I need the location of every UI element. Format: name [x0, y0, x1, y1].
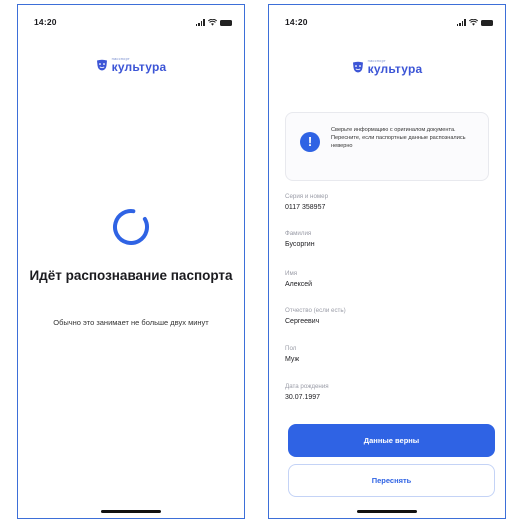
- field-value: Бусоргин: [285, 241, 315, 248]
- confirm-data-button[interactable]: Данные верны: [288, 424, 495, 457]
- phone-screen-loading: 14:20 пасспорт культура Идёт распознаван…: [17, 4, 245, 519]
- field-value: Алексей: [285, 281, 313, 288]
- wifi-icon: [208, 19, 217, 26]
- field-label: Отчество (если есть): [285, 307, 346, 314]
- status-icons: [456, 19, 493, 26]
- phone-screen-results: 14:20 пасспорт культура ! Сверьте информ…: [268, 4, 506, 519]
- field-first-name: Имя Алексей: [285, 270, 489, 288]
- loading-subtitle: Обычно это занимает не больше двух минут: [53, 318, 209, 327]
- exclamation-icon: !: [300, 132, 320, 152]
- field-label: Серия и номер: [285, 193, 329, 200]
- field-label: Имя: [285, 270, 298, 277]
- brand-name: культура: [367, 62, 423, 76]
- field-label: Фамилия: [285, 230, 312, 237]
- theatre-mask-icon: [352, 61, 363, 73]
- field-value: 0117 358957: [285, 204, 326, 211]
- alert-text: Сверьте информацию с оригиналом документ…: [331, 127, 466, 150]
- theatre-mask-icon: [96, 59, 107, 71]
- field-surname: Фамилия Бусоргин: [285, 230, 489, 248]
- field-value: Сергеевич: [285, 318, 320, 325]
- field-birth-date: Дата рождения 30.07.1997: [285, 383, 489, 401]
- status-icons: [195, 19, 232, 26]
- field-patronymic: Отчество (если есть) Сергеевич: [285, 307, 489, 325]
- home-indicator[interactable]: [357, 510, 417, 513]
- info-alert: ! Сверьте информацию с оригиналом докуме…: [285, 112, 489, 181]
- status-bar: 14:20: [269, 17, 505, 31]
- home-indicator[interactable]: [101, 510, 161, 513]
- brand-name: культура: [111, 60, 167, 74]
- brand-logo: пасспорт культура: [269, 59, 505, 75]
- status-time: 14:20: [285, 17, 308, 27]
- status-bar: 14:20: [18, 17, 244, 31]
- signal-icon: [456, 19, 466, 26]
- field-passport-number: Серия и номер 0117 358957: [285, 193, 489, 211]
- loading-spinner-icon: [113, 209, 149, 245]
- signal-icon: [195, 19, 205, 26]
- field-label: Пол: [285, 345, 297, 352]
- loading-title: Идёт распознавание паспорта: [29, 268, 233, 283]
- field-sex: Пол Муж: [285, 345, 489, 363]
- battery-icon: [220, 20, 232, 26]
- field-label: Дата рождения: [285, 383, 329, 390]
- retake-button[interactable]: Переснять: [288, 464, 495, 497]
- field-value: Муж: [285, 356, 300, 363]
- field-value: 30.07.1997: [285, 394, 321, 401]
- battery-icon: [481, 20, 493, 26]
- brand-logo: пасспорт культура: [18, 57, 244, 73]
- status-time: 14:20: [34, 17, 57, 27]
- wifi-icon: [469, 19, 478, 26]
